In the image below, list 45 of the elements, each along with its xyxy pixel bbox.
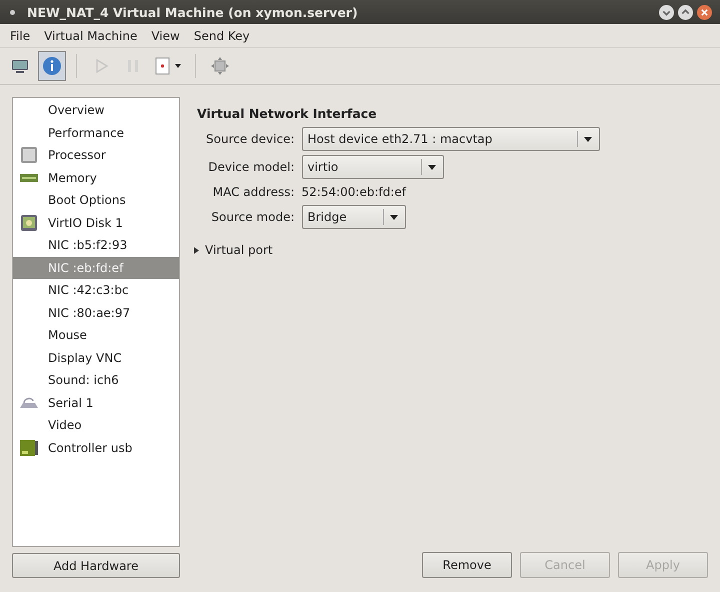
window-menu-icon[interactable] [10, 10, 15, 14]
window-title: NEW_NAT_4 Virtual Machine (on xymon.server) [27, 4, 359, 20]
hardware-item[interactable]: Video [13, 414, 179, 436]
add-hardware-button[interactable]: Add Hardware [12, 553, 180, 578]
hardware-item[interactable]: Display VNC [13, 346, 179, 369]
hardware-item[interactable]: Overview [13, 99, 179, 122]
dropdown[interactable]: Bridge [302, 205, 406, 229]
close-icon[interactable] [697, 4, 712, 20]
maximize-icon[interactable] [678, 4, 693, 20]
dropdown[interactable]: Host device eth2.71 : macvtap [302, 127, 600, 151]
remove-button[interactable]: Remove [422, 552, 512, 578]
hardware-item[interactable]: NIC :b5:f2:93 [13, 234, 179, 256]
card-icon [19, 438, 39, 457]
minimize-icon[interactable] [659, 4, 674, 20]
dropdown[interactable]: virtio [302, 155, 444, 179]
hardware-item[interactable]: Boot Options [13, 189, 179, 212]
section-heading: Virtual Network Interface [197, 106, 378, 121]
cable-icon [19, 396, 39, 410]
menu-item[interactable]: View [151, 28, 180, 42]
hardware-item[interactable]: NIC :42:c3:bc [13, 279, 179, 302]
hardware-item[interactable]: Processor [13, 144, 179, 166]
field-label: Source device: [206, 132, 294, 146]
field-label: MAC address: [212, 185, 294, 199]
hardware-item[interactable]: Sound: ich6 [13, 369, 179, 392]
field-label: Device model: [207, 160, 294, 174]
dropdown-arrow-icon [428, 164, 436, 170]
hardware-item[interactable]: Memory [13, 166, 179, 189]
menu-item[interactable]: File [10, 28, 30, 42]
mac-address-value: 52:54:00:eb:fd:ef [302, 184, 408, 201]
hardware-item[interactable]: Performance [13, 122, 179, 144]
menu-item[interactable]: Send Key [194, 28, 250, 42]
field-label: Source mode: [210, 210, 294, 224]
memory-icon [20, 172, 38, 183]
hardware-item[interactable]: Controller usb [13, 436, 179, 459]
hardware-item[interactable]: Serial 1 [13, 392, 179, 414]
hardware-item[interactable]: VirtIO Disk 1 [13, 212, 179, 234]
hardware-item[interactable]: NIC :80:ae:97 [13, 302, 179, 324]
dropdown-arrow-icon [584, 136, 592, 142]
dropdown-arrow-icon [390, 214, 398, 220]
expander-arrow-icon [194, 246, 199, 254]
info-icon[interactable] [38, 51, 66, 81]
chip-icon [20, 146, 38, 164]
menu-item[interactable]: Virtual Machine [44, 28, 138, 42]
virtual-port-expander[interactable]: Virtual port [194, 243, 273, 257]
hardware-item[interactable]: Mouse [13, 324, 179, 346]
